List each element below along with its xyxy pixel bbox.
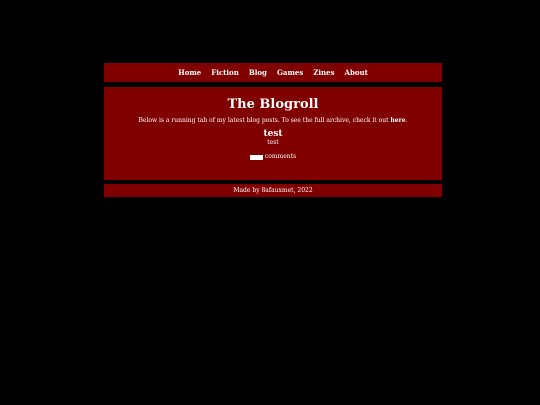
- comments-link[interactable]: comments: [104, 153, 442, 161]
- archive-link[interactable]: here: [390, 117, 405, 124]
- nav-blog-link[interactable]: Blog: [249, 68, 267, 77]
- intro-text: Below is a running tab of my latest blog…: [104, 117, 442, 125]
- comment-count-widget: [249, 154, 263, 160]
- nav-about-link[interactable]: About: [345, 68, 368, 77]
- post-item: test test comments: [104, 129, 442, 161]
- post-title[interactable]: test: [104, 129, 442, 139]
- nav-home-link[interactable]: Home: [178, 68, 201, 77]
- post-body: test: [267, 139, 279, 146]
- intro-sentence: Below is a running tab of my latest blog…: [138, 117, 391, 124]
- nav-fiction-link[interactable]: Fiction: [211, 68, 239, 77]
- comments-label: comments: [264, 153, 297, 160]
- blogroll-panel: The Blogroll Below is a running tab of m…: [104, 87, 442, 180]
- intro-period: .: [405, 117, 408, 124]
- footer-text: Made by 8afauxmet, 2022: [233, 187, 313, 194]
- nav-games-link[interactable]: Games: [277, 68, 303, 77]
- footer: Made by 8afauxmet, 2022: [104, 184, 442, 197]
- page-title: The Blogroll: [227, 97, 319, 112]
- top-nav: Home Fiction Blog Games Zines About: [104, 63, 442, 82]
- nav-zines-link[interactable]: Zines: [313, 68, 334, 77]
